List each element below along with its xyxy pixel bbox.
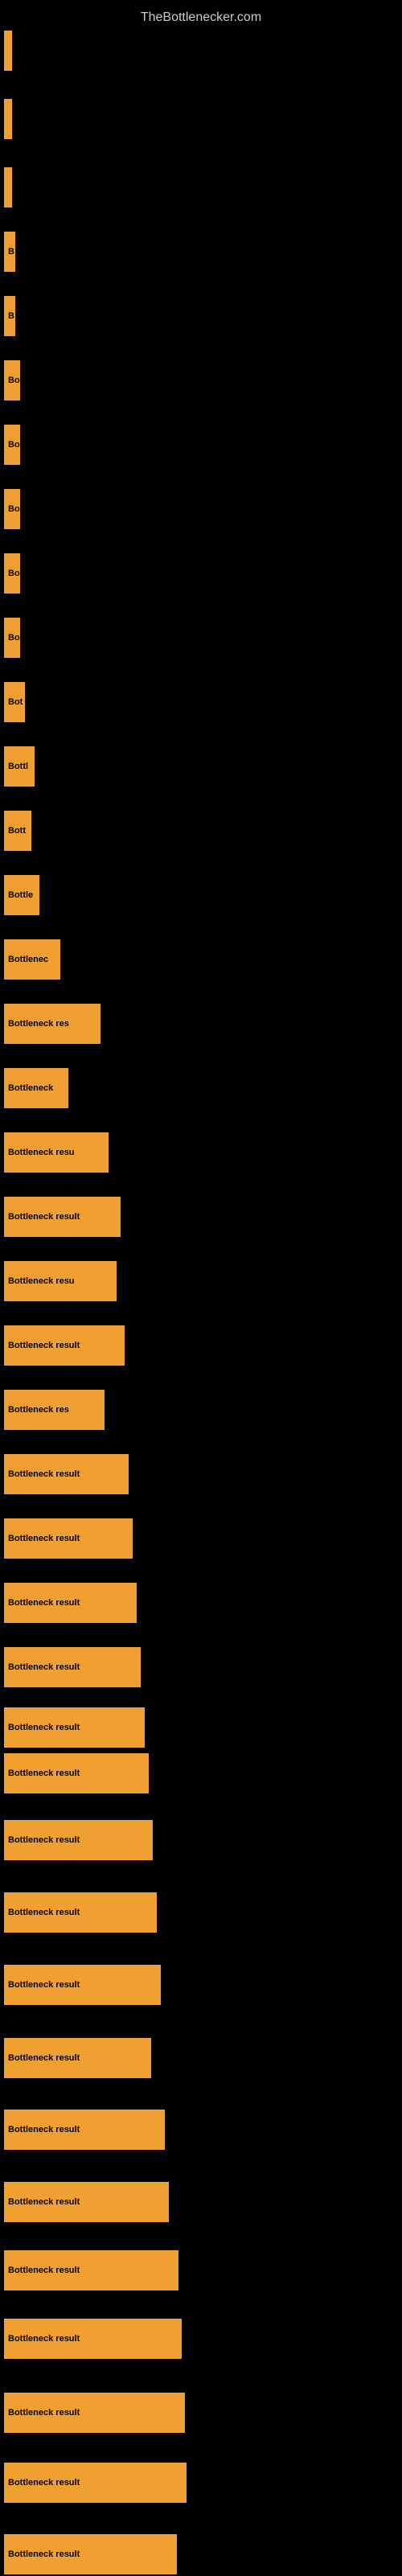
bar-row-14: Bottle — [4, 873, 39, 917]
bar-row-19: Bottleneck result — [4, 1194, 121, 1239]
bar-label-27: Bottleneck result — [4, 1707, 145, 1748]
bar-row-23: Bottleneck result — [4, 1452, 129, 1496]
bar-row-29: Bottleneck result — [4, 1818, 153, 1862]
bar-row-34: Bottleneck result — [4, 2180, 169, 2224]
bar-row-13: Bott — [4, 808, 31, 853]
bar-row-7: Bo — [4, 422, 20, 466]
bar-row-31: Bottleneck result — [4, 1962, 161, 2007]
bar-label-11: Bot — [4, 682, 25, 722]
bar-label-28: Bottleneck result — [4, 1753, 149, 1793]
bar-label-4: B — [4, 232, 15, 272]
bar-label-22: Bottleneck res — [4, 1390, 105, 1430]
bar-label-17: Bottleneck — [4, 1068, 68, 1108]
bar-label-20: Bottleneck resu — [4, 1261, 117, 1301]
bar-label-8: Bo — [4, 489, 20, 529]
bar-label-33: Bottleneck result — [4, 2110, 165, 2150]
bar-label-14: Bottle — [4, 875, 39, 915]
bar-row-32: Bottleneck result — [4, 2036, 151, 2080]
bar-label-38: Bottleneck result — [4, 2463, 187, 2503]
bar-label-16: Bottleneck res — [4, 1004, 100, 1044]
bar-row-38: Bottleneck result — [4, 2460, 187, 2504]
bar-row-25: Bottleneck result — [4, 1580, 137, 1625]
bar-row-1 — [4, 28, 12, 72]
bar-row-22: Bottleneck res — [4, 1387, 105, 1432]
bar-label-2 — [4, 99, 12, 139]
bar-label-29: Bottleneck result — [4, 1820, 153, 1860]
bar-label-21: Bottleneck result — [4, 1325, 125, 1366]
bar-label-36: Bottleneck result — [4, 2319, 182, 2359]
bar-row-28: Bottleneck result — [4, 1751, 149, 1795]
bar-label-1 — [4, 31, 12, 71]
bar-label-19: Bottleneck result — [4, 1197, 121, 1237]
bar-row-24: Bottleneck result — [4, 1516, 133, 1560]
bar-label-30: Bottleneck result — [4, 1892, 157, 1933]
bar-label-10: Bo — [4, 618, 20, 658]
bar-label-39: Bottleneck result — [4, 2534, 177, 2574]
bar-row-2 — [4, 97, 12, 141]
bar-row-17: Bottleneck — [4, 1066, 68, 1110]
bar-label-23: Bottleneck result — [4, 1454, 129, 1494]
bar-label-31: Bottleneck result — [4, 1965, 161, 2005]
bar-label-9: Bo — [4, 553, 20, 594]
bar-label-3 — [4, 167, 12, 207]
bar-label-25: Bottleneck result — [4, 1583, 137, 1623]
bar-row-26: Bottleneck result — [4, 1645, 141, 1689]
bar-row-21: Bottleneck result — [4, 1323, 125, 1367]
bar-row-36: Bottleneck result — [4, 2316, 182, 2360]
bar-label-12: Bottl — [4, 746, 35, 787]
site-title: TheBottlenecker.com — [0, 4, 402, 31]
bar-row-4: B — [4, 229, 15, 273]
bar-row-3 — [4, 165, 12, 209]
bar-label-34: Bottleneck result — [4, 2182, 169, 2222]
bar-row-27: Bottleneck result — [4, 1705, 145, 1749]
bar-row-6: Bo — [4, 358, 20, 402]
bar-row-10: Bo — [4, 615, 20, 659]
bar-row-33: Bottleneck result — [4, 2107, 165, 2151]
bar-label-32: Bottleneck result — [4, 2038, 151, 2078]
bar-row-20: Bottleneck resu — [4, 1259, 117, 1303]
bar-label-6: Bo — [4, 360, 20, 401]
bar-row-18: Bottleneck resu — [4, 1130, 109, 1174]
bar-label-37: Bottleneck result — [4, 2393, 185, 2433]
bar-row-16: Bottleneck res — [4, 1001, 100, 1046]
bar-label-5: B — [4, 296, 15, 336]
bar-row-15: Bottlenec — [4, 937, 60, 981]
bar-row-30: Bottleneck result — [4, 1890, 157, 1934]
bar-row-11: Bot — [4, 680, 25, 724]
bar-label-15: Bottlenec — [4, 939, 60, 980]
bar-label-24: Bottleneck result — [4, 1518, 133, 1559]
bar-label-13: Bott — [4, 811, 31, 851]
bar-row-9: Bo — [4, 551, 20, 595]
bar-label-7: Bo — [4, 425, 20, 465]
bar-label-18: Bottleneck resu — [4, 1132, 109, 1173]
bar-row-37: Bottleneck result — [4, 2390, 185, 2434]
bar-row-35: Bottleneck result — [4, 2248, 178, 2292]
bar-row-12: Bottl — [4, 744, 35, 788]
bar-row-8: Bo — [4, 487, 20, 531]
bar-label-26: Bottleneck result — [4, 1647, 141, 1687]
bar-row-5: B — [4, 294, 15, 338]
bar-label-35: Bottleneck result — [4, 2250, 178, 2290]
bar-row-39: Bottleneck result — [4, 2532, 177, 2576]
